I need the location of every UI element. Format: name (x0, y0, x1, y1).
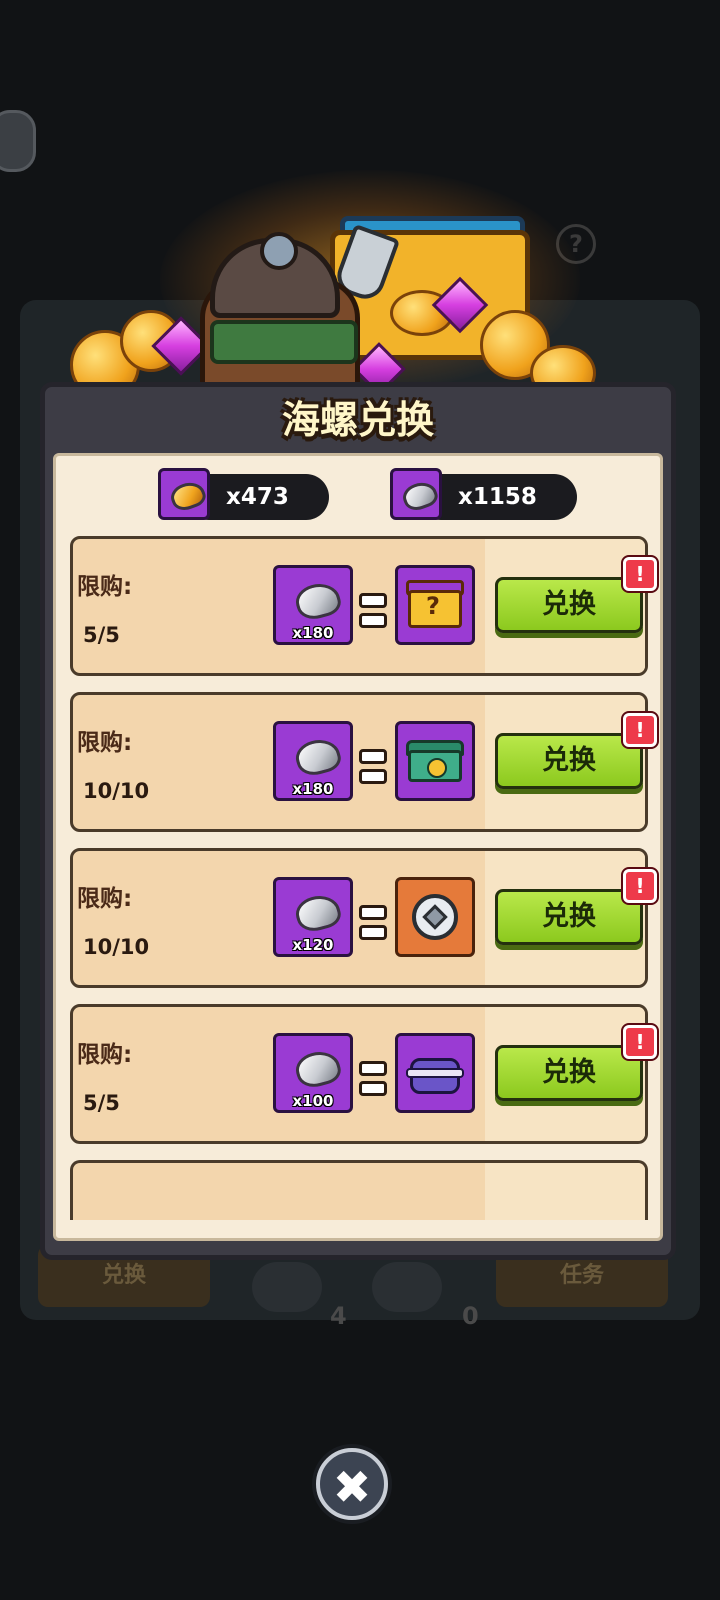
cost-slot: x180 (273, 721, 353, 801)
bg-count-left: 4 (330, 1302, 347, 1330)
reward-slot (395, 1033, 475, 1113)
limit-value: 5/5 (83, 623, 120, 647)
exchange-row: 限购: 5/5 x100 兑换 (70, 1004, 648, 1144)
close-button[interactable]: ✖ (316, 1448, 388, 1520)
reward-slot (395, 877, 475, 957)
exchange-button[interactable]: 兑换 (495, 889, 643, 945)
equals-icon (359, 1061, 387, 1101)
cost-amount: x180 (292, 780, 334, 798)
equals-icon (359, 905, 387, 945)
gold-conch-icon (158, 468, 210, 520)
cost-slot: x180 (273, 565, 353, 645)
alert-badge: ! (623, 1025, 657, 1059)
scarf (210, 320, 358, 364)
silver-conch-icon (292, 1046, 344, 1092)
limit-value: 10/10 (83, 935, 150, 959)
dialog-body[interactable]: x473 x1158 限购: 5/5 x180 ? 兑换 限购: 10/10 x… (53, 453, 663, 1241)
purple-chest-icon (406, 1044, 464, 1102)
treasure-hero-illustration (60, 160, 660, 401)
limit-label: 限购: (77, 886, 133, 912)
alert-badge: ! (623, 713, 657, 747)
mystery-chest-icon: ? (406, 576, 464, 634)
equals-icon (359, 749, 387, 789)
cost-amount: x120 (292, 936, 334, 954)
exchange-button[interactable]: 兑换 (495, 733, 643, 789)
bg-item-icon (372, 1262, 442, 1312)
exchange-row-partial (70, 1160, 648, 1220)
silver-conch-icon (390, 468, 442, 520)
alert-badge: ! (623, 557, 657, 591)
exchange-button[interactable]: 兑换 (495, 1045, 643, 1101)
player-avatar (0, 110, 36, 172)
conch-exchange-dialog: 海螺兑换 x473 x1158 限购: 5/5 x180 ? 兑换 限购: 10… (40, 382, 676, 1260)
cost-slot: x120 (273, 877, 353, 957)
cost-slot: x100 (273, 1033, 353, 1113)
green-paw-chest-icon (406, 732, 464, 790)
limit-label: 限购: (77, 730, 133, 756)
limit-label: 限购: (77, 574, 133, 600)
dialog-title: 海螺兑换 (281, 398, 434, 442)
silver-ring-icon (406, 888, 464, 946)
alert-badge: ! (623, 869, 657, 903)
silver-conch-icon (292, 890, 344, 936)
equals-icon (359, 593, 387, 633)
limit-value: 10/10 (83, 779, 150, 803)
reward-slot: ? (395, 565, 475, 645)
exchange-row: 限购: 10/10 x180 兑换 (70, 692, 648, 832)
exchange-row: 限购: 5/5 x180 ? 兑换 (70, 536, 648, 676)
reward-slot (395, 721, 475, 801)
cost-amount: x100 (292, 1092, 334, 1110)
exchange-button[interactable]: 兑换 (495, 577, 643, 633)
limit-label: 限购: (77, 1042, 133, 1068)
cost-amount: x180 (292, 624, 334, 642)
bg-count-right: 0 (462, 1302, 479, 1330)
silver-conch-icon (292, 734, 344, 780)
silver-conch-icon (292, 578, 344, 624)
bg-heart-icon (252, 1262, 322, 1312)
limit-value: 5/5 (83, 1091, 120, 1115)
helmet-lamp-icon (260, 232, 298, 270)
exchange-row: 限购: 10/10 x120 兑换 (70, 848, 648, 988)
